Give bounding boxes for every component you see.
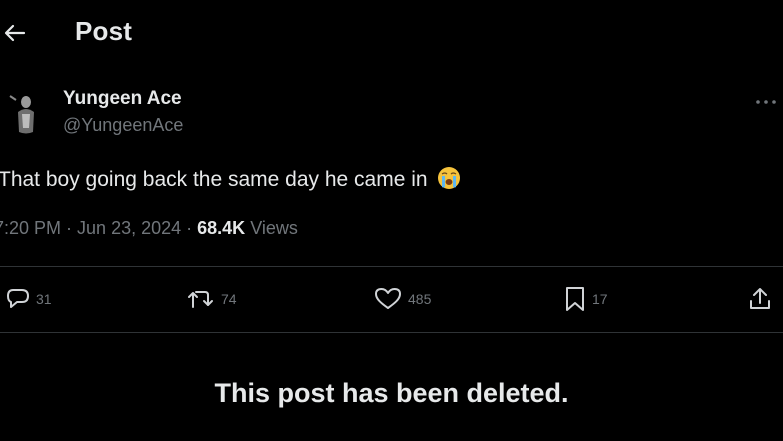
bookmark-button[interactable]: 17 [564, 286, 608, 312]
more-options-button[interactable] [752, 92, 780, 112]
views-label: Views [250, 218, 298, 238]
post-time[interactable]: 7:20 PM [0, 218, 61, 238]
back-button[interactable] [0, 18, 30, 48]
action-bar: 31 74 485 17 [0, 268, 783, 330]
views-count: 68.4K [197, 218, 246, 238]
loudly-crying-face-icon [437, 166, 461, 196]
bookmark-count: 17 [592, 291, 608, 307]
repost-count: 74 [221, 291, 237, 307]
repost-icon [188, 291, 213, 308]
divider-top [0, 266, 783, 267]
like-button[interactable]: 485 [374, 286, 431, 312]
share-button[interactable] [748, 286, 772, 312]
author-row: Yungeen Ace @YungeenAce [0, 82, 783, 142]
bookmark-icon [566, 287, 584, 311]
post-meta: 7:20 PM · Jun 23, 2024 · 68.4K Views [0, 218, 298, 239]
post-date[interactable]: Jun 23, 2024 [77, 218, 181, 238]
divider-bottom [0, 332, 783, 333]
more-horizontal-icon [756, 100, 776, 104]
meta-separator: · [61, 218, 78, 238]
reply-button[interactable]: 31 [6, 286, 52, 312]
reply-icon [7, 289, 29, 308]
display-name[interactable]: Yungeen Ace [63, 88, 182, 110]
reply-count: 31 [36, 291, 52, 307]
deleted-notice: This post has been deleted. [214, 378, 569, 408]
post-text: That boy going back the same day he came… [0, 166, 461, 196]
like-count: 485 [408, 291, 432, 307]
meta-separator: · [181, 218, 198, 238]
user-handle[interactable]: @YungeenAce [63, 115, 183, 136]
avatar[interactable] [4, 88, 48, 136]
page-title: Post [75, 16, 133, 46]
avatar-image [4, 88, 48, 136]
heart-icon [375, 288, 401, 309]
post-text-content: That boy going back the same day he came… [0, 168, 428, 191]
arrow-left-icon [4, 24, 26, 42]
repost-button[interactable]: 74 [187, 286, 237, 312]
share-icon [750, 288, 770, 309]
top-bar: Post [0, 0, 783, 64]
